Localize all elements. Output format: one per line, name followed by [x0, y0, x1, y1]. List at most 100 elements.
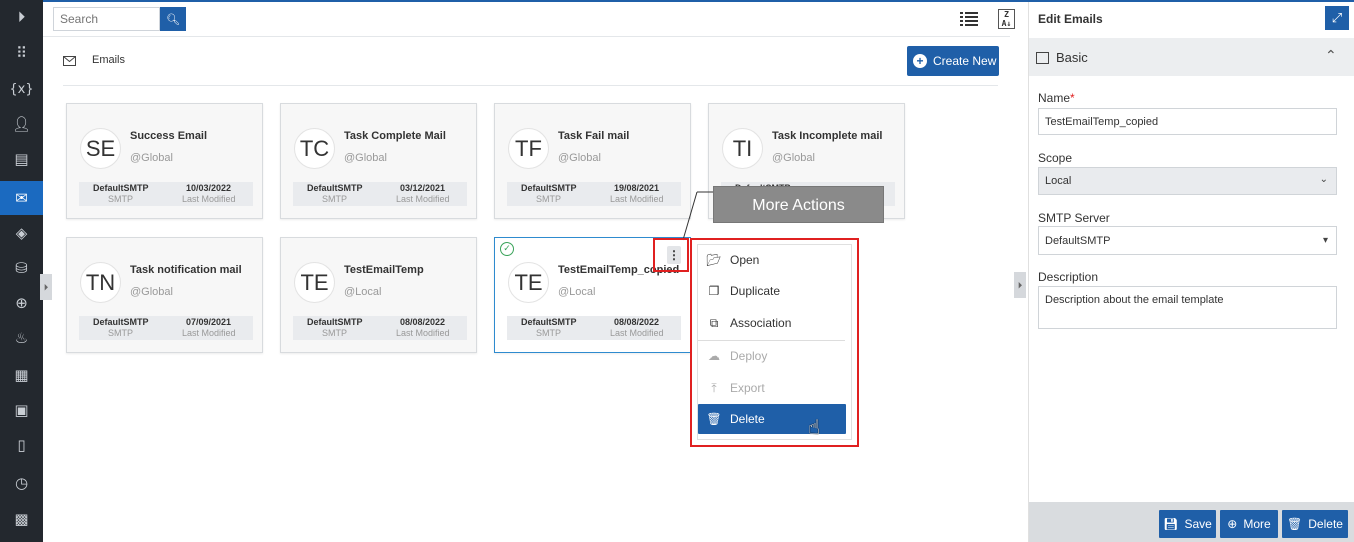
save-button[interactable]: 💾︎ Save: [1159, 510, 1216, 538]
email-icon[interactable]: ✉: [0, 181, 43, 215]
name-label-text: Name: [1038, 91, 1071, 105]
card-date-label: Last Modified: [182, 194, 236, 204]
description-label: Description: [1038, 270, 1099, 284]
card-smtp-label: SMTP: [108, 194, 134, 204]
email-card[interactable]: TC Task Complete Mail @Global DefaultSMT…: [280, 103, 477, 219]
file-text-icon[interactable]: ▯: [0, 428, 43, 462]
form-icon: [1036, 52, 1049, 64]
email-card[interactable]: TN Task notification mail @Global Defaul…: [66, 237, 263, 353]
right-collapse-handle[interactable]: ⏵: [1014, 272, 1026, 298]
search-icon: 🔍︎: [166, 13, 180, 26]
search-input[interactable]: [53, 7, 160, 31]
panel-footer: 💾︎ Save ⊕ More 🗑︎ Delete: [1029, 502, 1354, 542]
card-scope: @Local: [344, 286, 382, 298]
list-view-icon[interactable]: [960, 11, 978, 27]
card-smtp-label: SMTP: [322, 328, 348, 338]
required-marker: *: [1070, 91, 1075, 105]
delete-button[interactable]: 🗑︎ Delete: [1282, 510, 1348, 538]
scope-label: Scope: [1038, 151, 1073, 165]
card-date-label: Last Modified: [396, 328, 450, 338]
avatar: TE: [508, 262, 549, 303]
card-info: DefaultSMTP SMTP 08/08/2022 Last Modifie…: [507, 316, 681, 340]
more-button[interactable]: ⊕ More: [1220, 510, 1278, 538]
expand-sidebar-icon[interactable]: ⏵: [0, 0, 43, 34]
diamond-icon[interactable]: ◈: [0, 216, 43, 250]
hierarchy-icon[interactable]: ⠿: [0, 36, 43, 70]
edit-panel: Edit Emails ⤢ Basic ⌃ Name* TestEmailTem…: [1028, 2, 1354, 542]
scope-select[interactable]: Local ⌄: [1038, 167, 1337, 195]
card-scope: @Global: [772, 152, 815, 164]
panel-title: Edit Emails: [1038, 12, 1103, 26]
description-value: Description about the email template: [1045, 294, 1224, 306]
card-smtp-label: SMTP: [322, 194, 348, 204]
envelope-icon: [63, 56, 76, 66]
create-new-label: Create New: [933, 54, 997, 68]
card-smtp-label: SMTP: [536, 194, 562, 204]
more-actions-tooltip: More Actions: [713, 186, 884, 223]
trash-icon: 🗑︎: [1287, 517, 1303, 531]
card-scope: @Global: [344, 152, 387, 164]
card-date-label: Last Modified: [182, 328, 236, 338]
save-icon: 💾︎: [1163, 517, 1179, 531]
globe-icon[interactable]: ⊕: [0, 286, 43, 320]
file-ssl-icon[interactable]: ▣: [0, 393, 43, 427]
description-textarea[interactable]: Description about the email template: [1038, 286, 1337, 329]
left-collapse-handle[interactable]: ⏵: [40, 274, 52, 300]
card-date: 19/08/2021: [614, 183, 660, 193]
card-date: 10/03/2022: [186, 183, 232, 193]
avatar: SE: [80, 128, 121, 169]
scope-value: Local: [1045, 175, 1072, 187]
card-smtp: DefaultSMTP: [307, 317, 363, 327]
more-label: More: [1243, 517, 1271, 531]
chevron-up-icon[interactable]: ⌃: [1325, 48, 1337, 64]
smtp-value: DefaultSMTP: [1045, 234, 1111, 247]
document-icon[interactable]: ▤: [0, 142, 43, 176]
caret-down-icon: ▾: [1322, 235, 1328, 246]
smtp-select[interactable]: DefaultSMTP ▾: [1038, 226, 1337, 255]
sort-az-icon[interactable]: Z A↓: [998, 9, 1015, 29]
card-smtp: DefaultSMTP: [521, 317, 577, 327]
file-type-icon[interactable]: ▦: [0, 358, 43, 392]
email-card[interactable]: SE Success Email @Global DefaultSMTP SMT…: [66, 103, 263, 219]
selected-check-icon: ✓: [500, 242, 514, 256]
card-info: DefaultSMTP SMTP 03/12/2021 Last Modifie…: [293, 182, 467, 206]
user-icon[interactable]: 👤︎: [0, 107, 43, 141]
hand-cursor-icon: ☝: [808, 415, 821, 439]
divider: [43, 36, 1010, 37]
avatar: TF: [508, 128, 549, 169]
card-title: Task Fail mail: [558, 130, 630, 142]
card-smtp: DefaultSMTP: [521, 183, 577, 193]
card-title: Task notification mail: [130, 264, 242, 276]
database-icon[interactable]: ⛁: [0, 251, 43, 285]
calendar-settings-icon[interactable]: ▩: [0, 502, 43, 536]
panel-header: Edit Emails ⤢: [1029, 2, 1354, 36]
email-card[interactable]: TE TestEmailTemp @Local DefaultSMTP SMTP…: [280, 237, 477, 353]
save-label: Save: [1184, 517, 1212, 531]
card-scope: @Global: [558, 152, 601, 164]
card-info: DefaultSMTP SMTP 08/08/2022 Last Modifie…: [293, 316, 467, 340]
plus-circle-icon: +: [913, 54, 927, 68]
card-date: 08/08/2022: [400, 317, 446, 327]
card-info: DefaultSMTP SMTP 10/03/2022 Last Modifie…: [79, 182, 253, 206]
main-content: 🔍︎ ZA↓ Emails + Create New SE Success Em…: [43, 2, 1015, 542]
create-new-button[interactable]: + Create New: [907, 46, 999, 76]
left-nav-rail: ⏵ ⠿ {x} 👤︎ ▤ ✉ ◈ ⛁ ⊕ ♨ ▦ ▣ ▯ ◷ ▩: [0, 0, 43, 542]
name-field[interactable]: TestEmailTemp_copied: [1038, 108, 1337, 135]
card-scope: @Local: [558, 286, 596, 298]
card-title: Task Incomplete mail: [772, 130, 883, 142]
email-card[interactable]: TF Task Fail mail @Global DefaultSMTP SM…: [494, 103, 691, 219]
plus-circle-icon: ⊕: [1227, 517, 1238, 531]
expand-icon[interactable]: ⤢: [1325, 6, 1349, 30]
variables-icon[interactable]: {x}: [0, 72, 43, 106]
avatar: TC: [294, 128, 335, 169]
card-date: 07/09/2021: [186, 317, 232, 327]
section-basic[interactable]: Basic ⌃: [1029, 38, 1354, 76]
card-smtp: DefaultSMTP: [307, 183, 363, 193]
clock-icon[interactable]: ◷: [0, 466, 43, 500]
card-date-label: Last Modified: [610, 328, 664, 338]
java-icon[interactable]: ♨: [0, 321, 43, 355]
smtp-label: SMTP Server: [1038, 211, 1110, 225]
search-button[interactable]: 🔍︎: [160, 7, 186, 31]
card-info: DefaultSMTP SMTP 07/09/2021 Last Modifie…: [79, 316, 253, 340]
avatar: TE: [294, 262, 335, 303]
